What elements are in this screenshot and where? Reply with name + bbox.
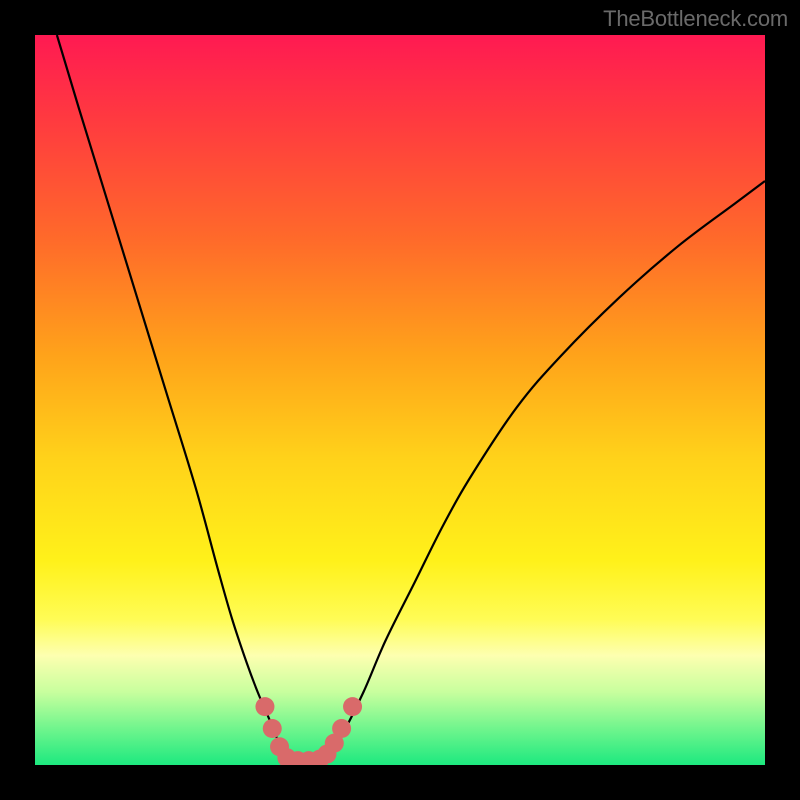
gradient-background xyxy=(35,35,765,765)
watermark-text: TheBottleneck.com xyxy=(603,6,788,32)
marker-dot xyxy=(332,719,351,738)
chart-frame: TheBottleneck.com xyxy=(0,0,800,800)
marker-dot xyxy=(343,697,362,716)
marker-dot xyxy=(255,697,274,716)
bottleneck-chart xyxy=(35,35,765,765)
plot-area xyxy=(35,35,765,765)
marker-dot xyxy=(263,719,282,738)
